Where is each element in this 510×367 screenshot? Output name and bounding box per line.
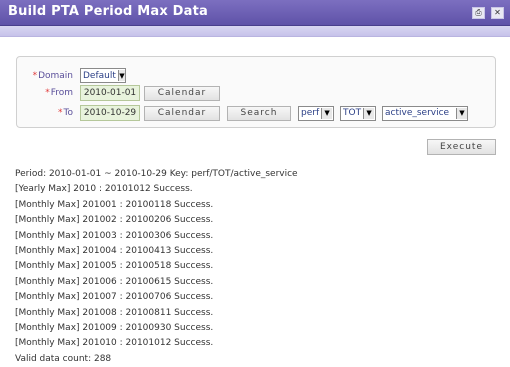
- log-line: [Monthly Max] 201001 : 20100118 Success.: [15, 199, 214, 210]
- perf-select[interactable]: perf ▼: [298, 105, 334, 121]
- toolbar-strip: [0, 26, 510, 37]
- tot-select[interactable]: TOT ▼: [340, 105, 376, 121]
- printer-icon[interactable]: ⎙: [472, 7, 485, 19]
- tot-value: TOT: [343, 108, 362, 118]
- log-line: Period: 2010-01-01 ~ 2010-10-29 Key: per…: [15, 169, 298, 179]
- to-date-field[interactable]: 2010-10-29: [80, 105, 140, 121]
- domain-row: *Domain Default ▼: [17, 68, 126, 83]
- domain-label: *Domain: [32, 70, 73, 81]
- to-calendar-button[interactable]: Calendar: [144, 105, 220, 121]
- service-select[interactable]: active_service ▼: [382, 105, 468, 121]
- log-line: [Monthly Max] 201009 : 20100930 Success.: [15, 323, 214, 334]
- log-line: Valid data count: 288: [15, 353, 112, 364]
- title-icons: ⎙ ✕: [472, 7, 504, 19]
- execute-button[interactable]: Execute: [427, 139, 496, 155]
- log-line: [Monthly Max] 201010 : 20101012 Success.: [15, 338, 214, 349]
- chevron-down-icon[interactable]: ▼: [363, 107, 375, 119]
- required-mark: *: [58, 108, 63, 118]
- log-line: [Monthly Max] 201005 : 20100518 Success.: [15, 261, 214, 272]
- log-line: [Yearly Max] 2010 : 20101012 Success.: [15, 184, 193, 195]
- log-line: [Monthly Max] 201002 : 20100206 Success.: [15, 215, 214, 226]
- result-log: Period: 2010-01-01 ~ 2010-10-29 Key: per…: [15, 167, 495, 367]
- log-line: [Monthly Max] 201003 : 20100306 Success.: [15, 230, 214, 241]
- from-date-field[interactable]: 2010-01-01: [80, 85, 140, 101]
- search-button[interactable]: Search: [227, 105, 291, 121]
- to-row: *To 2010-10-29 Calendar Search perf ▼ TO…: [17, 105, 468, 121]
- to-label: *To: [58, 108, 73, 118]
- required-mark: *: [45, 88, 50, 98]
- log-line: [Monthly Max] 201007 : 20100706 Success.: [15, 292, 214, 303]
- chevron-down-icon[interactable]: ▼: [456, 107, 467, 119]
- title-bar: Build PTA Period Max Data ⎙ ✕: [0, 0, 510, 26]
- service-value: active_service: [385, 108, 450, 118]
- close-icon[interactable]: ✕: [491, 7, 504, 19]
- window-title: Build PTA Period Max Data: [8, 4, 209, 19]
- log-line: [Monthly Max] 201004 : 20100413 Success.: [15, 246, 214, 257]
- domain-value: Default: [83, 70, 116, 81]
- log-line: [Monthly Max] 201008 : 20100811 Success.: [15, 307, 214, 318]
- from-calendar-button[interactable]: Calendar: [144, 85, 220, 101]
- from-label: *From: [45, 88, 73, 98]
- filter-panel: *Domain Default ▼ *From 2010-01-01 Calen…: [16, 56, 496, 128]
- perf-value: perf: [301, 108, 320, 118]
- chevron-down-icon[interactable]: ▼: [117, 70, 125, 81]
- log-line: [Monthly Max] 201006 : 20100615 Success.: [15, 276, 214, 287]
- from-row: *From 2010-01-01 Calendar: [17, 85, 220, 101]
- chevron-down-icon[interactable]: ▼: [321, 107, 333, 119]
- domain-select[interactable]: Default ▼: [80, 68, 126, 83]
- required-mark: *: [32, 70, 38, 81]
